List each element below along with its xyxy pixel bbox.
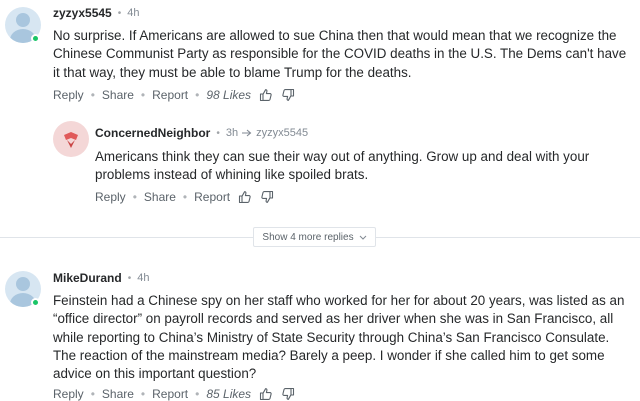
thumbs-up-icon[interactable] xyxy=(238,190,252,204)
thumbs-up-icon[interactable] xyxy=(259,387,273,401)
reply-button[interactable]: Reply xyxy=(95,190,126,204)
comment-text: No surprise. If Americans are allowed to… xyxy=(53,28,627,80)
share-button[interactable]: Share xyxy=(102,88,134,102)
comment-meta: MikeDurand • 4h xyxy=(53,271,149,285)
online-status-icon xyxy=(31,298,40,307)
comment-meta: ConcernedNeighbor • 3h zyzyx5545 xyxy=(95,126,308,140)
bird-avatar-icon xyxy=(64,132,78,148)
timestamp: 4h xyxy=(137,272,150,284)
show-more-label: Show 4 more replies xyxy=(262,231,354,243)
reply-arrow-icon xyxy=(242,129,252,137)
comment-actions: Reply • Share • Report • 85 Likes xyxy=(53,387,295,401)
reply-button[interactable]: Reply xyxy=(53,387,84,401)
reply-button[interactable]: Reply xyxy=(53,88,84,102)
report-button[interactable]: Report xyxy=(152,387,188,401)
thumbs-down-icon[interactable] xyxy=(281,88,295,102)
comment-actions: Reply • Share • Report • 98 Likes xyxy=(53,88,295,102)
likes-count: 85 Likes xyxy=(206,387,252,401)
timestamp: 4h xyxy=(127,7,140,19)
reply-to: zyzyx5545 xyxy=(238,127,308,139)
separator-dot: • xyxy=(127,272,132,284)
thumbs-down-icon[interactable] xyxy=(281,387,295,401)
username[interactable]: zyzyx5545 xyxy=(53,6,112,20)
share-button[interactable]: Share xyxy=(102,387,134,401)
report-button[interactable]: Report xyxy=(152,88,188,102)
comment-text: Americans think they can sue their way o… xyxy=(95,149,590,183)
separator-dot: • xyxy=(216,127,220,139)
show-more-replies-button[interactable]: Show 4 more replies xyxy=(253,227,376,247)
reply-to-username[interactable]: zyzyx5545 xyxy=(256,127,308,139)
username[interactable]: ConcernedNeighbor xyxy=(95,126,210,140)
user-silhouette-icon xyxy=(16,13,30,27)
chevron-down-icon xyxy=(359,235,366,240)
timestamp: 3h xyxy=(225,127,239,139)
username[interactable]: MikeDurand xyxy=(53,271,122,285)
thumbs-up-icon[interactable] xyxy=(259,88,273,102)
avatar[interactable] xyxy=(53,121,89,157)
share-button[interactable]: Share xyxy=(144,190,176,204)
separator-dot: • xyxy=(117,7,122,19)
comment-text: Feinstein had a Chinese spy on her staff… xyxy=(53,293,625,382)
online-status-icon xyxy=(31,34,40,43)
thumbs-down-icon[interactable] xyxy=(260,190,274,204)
report-button[interactable]: Report xyxy=(194,190,230,204)
likes-count: 98 Likes xyxy=(206,88,252,102)
comment-actions: Reply • Share • Report xyxy=(95,190,274,204)
user-silhouette-icon xyxy=(16,277,30,291)
show-more-replies-row: Show 4 more replies xyxy=(0,227,640,247)
comment-meta: zyzyx5545 • 4h xyxy=(53,6,139,20)
